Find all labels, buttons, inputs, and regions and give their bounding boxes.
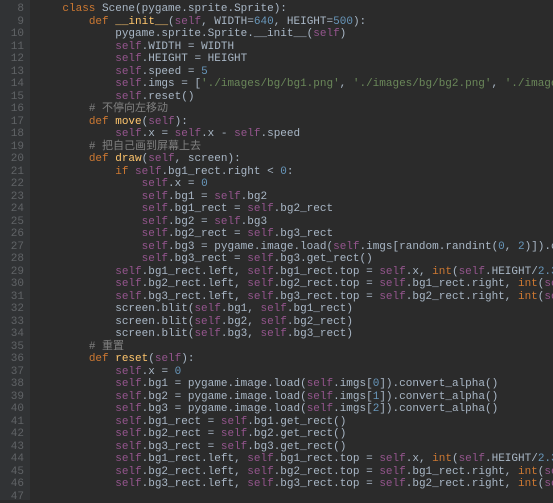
code-line[interactable]: screen.blit(self.bg2, self.bg2_rect) (36, 316, 553, 329)
code-line[interactable]: class Scene(pygame.sprite.Sprite): (36, 3, 553, 16)
code-line[interactable]: self.bg3 = pygame.image.load(self.imgs[2… (36, 403, 553, 416)
line-number: 17 (4, 116, 24, 129)
code-line[interactable]: self.HEIGHT = HEIGHT (36, 53, 553, 66)
line-number: 46 (4, 478, 24, 491)
line-number: 41 (4, 416, 24, 429)
line-number: 24 (4, 203, 24, 216)
line-number: 8 (4, 3, 24, 16)
code-line[interactable]: self.WIDTH = WIDTH (36, 41, 553, 54)
code-line[interactable]: self.x = 0 (36, 366, 553, 379)
code-line[interactable]: def draw(self, screen): (36, 153, 553, 166)
code-line[interactable]: # 不停向左移动 (36, 103, 553, 116)
line-number: 20 (4, 153, 24, 166)
line-number: 30 (4, 278, 24, 291)
code-line[interactable]: # 重置 (36, 341, 553, 354)
code-line[interactable]: self.bg1_rect.left, self.bg1_rect.top = … (36, 453, 553, 466)
line-number: 44 (4, 453, 24, 466)
code-line[interactable]: self.bg2_rect = self.bg2.get_rect() (36, 428, 553, 441)
code-line[interactable]: self.bg2_rect = self.bg3_rect (36, 228, 553, 241)
line-number: 40 (4, 403, 24, 416)
code-line[interactable]: screen.blit(self.bg1, self.bg1_rect) (36, 303, 553, 316)
code-line[interactable]: self.bg1_rect = self.bg1.get_rect() (36, 416, 553, 429)
code-line[interactable]: screen.blit(self.bg3, self.bg3_rect) (36, 328, 553, 341)
code-line[interactable]: self.bg2_rect.left, self.bg2_rect.top = … (36, 466, 553, 479)
line-number-gutter: 8910111213141516171819202122232425262728… (0, 0, 30, 500)
line-number: 31 (4, 291, 24, 304)
line-number: 13 (4, 66, 24, 79)
code-line[interactable]: self.bg3_rect = self.bg3.get_rect() (36, 253, 553, 266)
line-number: 15 (4, 91, 24, 104)
line-number: 32 (4, 303, 24, 316)
code-line[interactable]: pygame.sprite.Sprite.__init__(self) (36, 28, 553, 41)
code-line[interactable]: self.x = 0 (36, 178, 553, 191)
line-number: 45 (4, 466, 24, 479)
code-line[interactable]: if self.bg1_rect.right < 0: (36, 166, 553, 179)
line-number: 10 (4, 28, 24, 41)
line-number: 34 (4, 328, 24, 341)
line-number: 37 (4, 366, 24, 379)
code-editor[interactable]: 8910111213141516171819202122232425262728… (0, 0, 553, 500)
line-number: 9 (4, 16, 24, 29)
line-number: 29 (4, 266, 24, 279)
code-area[interactable]: class Scene(pygame.sprite.Sprite): def _… (30, 0, 553, 500)
line-number: 14 (4, 78, 24, 91)
code-line[interactable]: def move(self): (36, 116, 553, 129)
code-line[interactable]: def __init__(self, WIDTH=640, HEIGHT=500… (36, 16, 553, 29)
line-number: 43 (4, 441, 24, 454)
code-line[interactable]: self.bg3_rect.left, self.bg3_rect.top = … (36, 478, 553, 491)
line-number: 38 (4, 378, 24, 391)
code-line[interactable]: self.bg2_rect.left, self.bg2_rect.top = … (36, 278, 553, 291)
code-line[interactable]: self.reset() (36, 91, 553, 104)
line-number: 47 (4, 491, 24, 503)
code-line[interactable]: self.bg2 = pygame.image.load(self.imgs[1… (36, 391, 553, 404)
code-line[interactable]: self.bg1_rect = self.bg2_rect (36, 203, 553, 216)
code-line[interactable]: self.bg3_rect = self.bg3.get_rect() (36, 441, 553, 454)
line-number: 18 (4, 128, 24, 141)
line-number: 21 (4, 166, 24, 179)
code-line[interactable]: self.bg2 = self.bg3 (36, 216, 553, 229)
line-number: 11 (4, 41, 24, 54)
code-line[interactable]: self.bg1_rect.left, self.bg1_rect.top = … (36, 266, 553, 279)
code-line[interactable]: self.bg3 = pygame.image.load(self.imgs[r… (36, 241, 553, 254)
line-number: 19 (4, 141, 24, 154)
code-line[interactable]: self.speed = 5 (36, 66, 553, 79)
code-line[interactable]: self.bg1 = self.bg2 (36, 191, 553, 204)
line-number: 16 (4, 103, 24, 116)
line-number: 36 (4, 353, 24, 366)
code-line[interactable]: def reset(self): (36, 353, 553, 366)
line-number: 42 (4, 428, 24, 441)
line-number: 33 (4, 316, 24, 329)
code-line[interactable]: self.x = self.x - self.speed (36, 128, 553, 141)
line-number: 23 (4, 191, 24, 204)
line-number: 12 (4, 53, 24, 66)
line-number: 26 (4, 228, 24, 241)
line-number: 35 (4, 341, 24, 354)
code-line[interactable]: self.bg1 = pygame.image.load(self.imgs[0… (36, 378, 553, 391)
line-number: 27 (4, 241, 24, 254)
line-number: 22 (4, 178, 24, 191)
line-number: 25 (4, 216, 24, 229)
code-line[interactable]: self.imgs = ['./images/bg/bg1.png', './i… (36, 78, 553, 91)
line-number: 39 (4, 391, 24, 404)
line-number: 28 (4, 253, 24, 266)
code-line[interactable]: # 把自己画到屏幕上去 (36, 141, 553, 154)
code-line[interactable]: self.bg3_rect.left, self.bg3_rect.top = … (36, 291, 553, 304)
